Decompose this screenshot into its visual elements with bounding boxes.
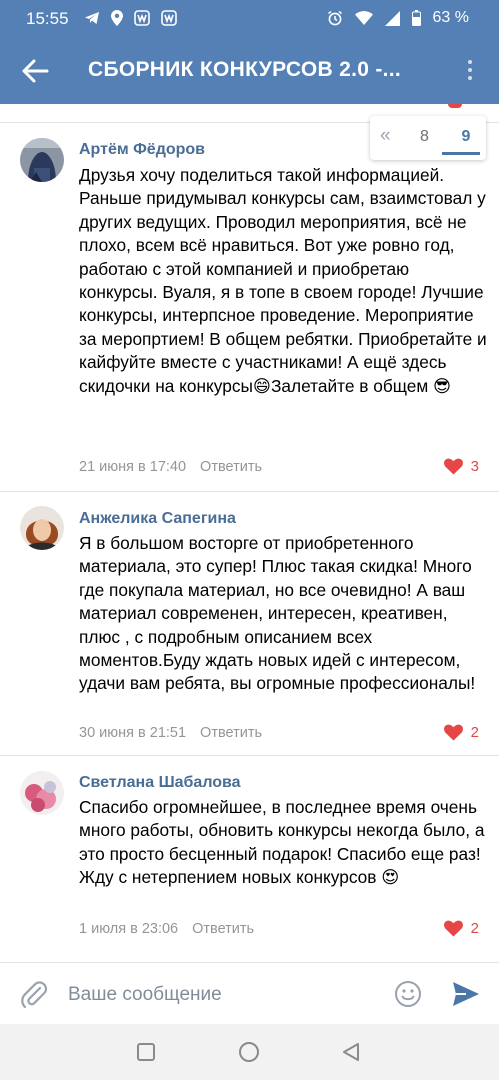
vk-icon	[134, 10, 150, 26]
comment-meta: 1 июля в 23:06 Ответить	[79, 921, 254, 937]
like-count: 2	[470, 920, 479, 937]
pager-page-9-current[interactable]: 9	[452, 128, 480, 146]
send-icon	[453, 982, 479, 1006]
app-bar: СБОРНИК КОНКУРСОВ 2.0 -...	[0, 38, 499, 104]
heart-icon	[443, 920, 463, 937]
status-notification-icons	[84, 10, 177, 26]
avatar[interactable]	[20, 771, 64, 815]
avatar[interactable]	[20, 506, 64, 550]
signal-icon	[384, 10, 400, 26]
reply-button[interactable]: Ответить	[200, 725, 262, 741]
avatar-image	[20, 506, 64, 550]
status-system-icons: 63 %	[327, 9, 469, 27]
previous-like-indicator	[448, 104, 462, 108]
comment-author[interactable]: Светлана Шабалова	[79, 774, 241, 792]
avatar[interactable]	[20, 138, 64, 182]
message-input[interactable]	[68, 981, 368, 1009]
pagination: « 8 9	[370, 116, 486, 160]
heart-icon	[443, 458, 463, 475]
page-title: СБОРНИК КОНКУРСОВ 2.0 -...	[88, 58, 402, 81]
like-button[interactable]: 2	[443, 724, 479, 741]
recent-apps-button[interactable]	[137, 1043, 155, 1061]
comment-meta: 30 июня в 21:51 Ответить	[79, 725, 262, 741]
like-button[interactable]: 2	[443, 920, 479, 937]
back-button[interactable]	[20, 58, 50, 84]
emoji-button[interactable]	[394, 980, 422, 1008]
reply-button[interactable]: Ответить	[192, 921, 254, 937]
status-time: 15:55	[26, 9, 69, 28]
comment-text: Спасибо огромнейшее, в последнее время о…	[79, 797, 485, 888]
like-button[interactable]: 3	[443, 458, 479, 475]
paperclip-icon	[21, 981, 48, 1009]
comment-author[interactable]: Анжелика Сапегина	[79, 510, 236, 528]
message-composer	[0, 962, 499, 1024]
like-count: 2	[470, 724, 479, 741]
comment-date: 21 июня в 17:40	[79, 459, 187, 475]
heart-icon	[443, 724, 463, 741]
comment-date: 1 июля в 23:06	[79, 921, 179, 937]
battery-level: 63 %	[432, 9, 469, 26]
telegram-icon	[85, 12, 99, 24]
triangle-back-icon	[343, 1043, 359, 1061]
comment-text: Я в большом восторге от приобретенного м…	[79, 533, 476, 694]
comment-author[interactable]: Артём Фёдоров	[79, 141, 205, 159]
vk-icon	[161, 10, 177, 26]
home-button[interactable]	[239, 1042, 259, 1062]
divider	[0, 755, 499, 756]
comment-meta: 21 июня в 17:40 Ответить	[79, 459, 262, 475]
avatar-image	[20, 771, 64, 815]
battery-icon	[411, 10, 421, 26]
more-menu-button[interactable]	[465, 60, 475, 84]
system-back-button[interactable]	[340, 1042, 362, 1062]
status-bar: 15:55 63 %	[0, 0, 499, 38]
pager-page-8[interactable]: 8	[420, 128, 429, 146]
location-icon	[111, 10, 123, 26]
arrow-left-icon	[22, 59, 49, 83]
like-count: 3	[470, 458, 479, 475]
smile-icon	[395, 981, 421, 1007]
pager-prev-button[interactable]: «	[380, 125, 391, 147]
wifi-icon	[354, 10, 373, 25]
more-vertical-icon	[468, 60, 472, 64]
comment-text: Друзья хочу поделиться такой информацией…	[79, 165, 487, 396]
divider	[0, 491, 499, 492]
system-nav-bar	[0, 1024, 499, 1080]
avatar-image	[20, 138, 64, 182]
alarm-icon	[327, 10, 342, 26]
pager-current-indicator	[442, 152, 480, 155]
comment-date: 30 июня в 21:51	[79, 725, 187, 741]
attach-button[interactable]	[20, 979, 48, 1009]
send-button[interactable]	[451, 980, 481, 1008]
reply-button[interactable]: Ответить	[200, 459, 262, 475]
